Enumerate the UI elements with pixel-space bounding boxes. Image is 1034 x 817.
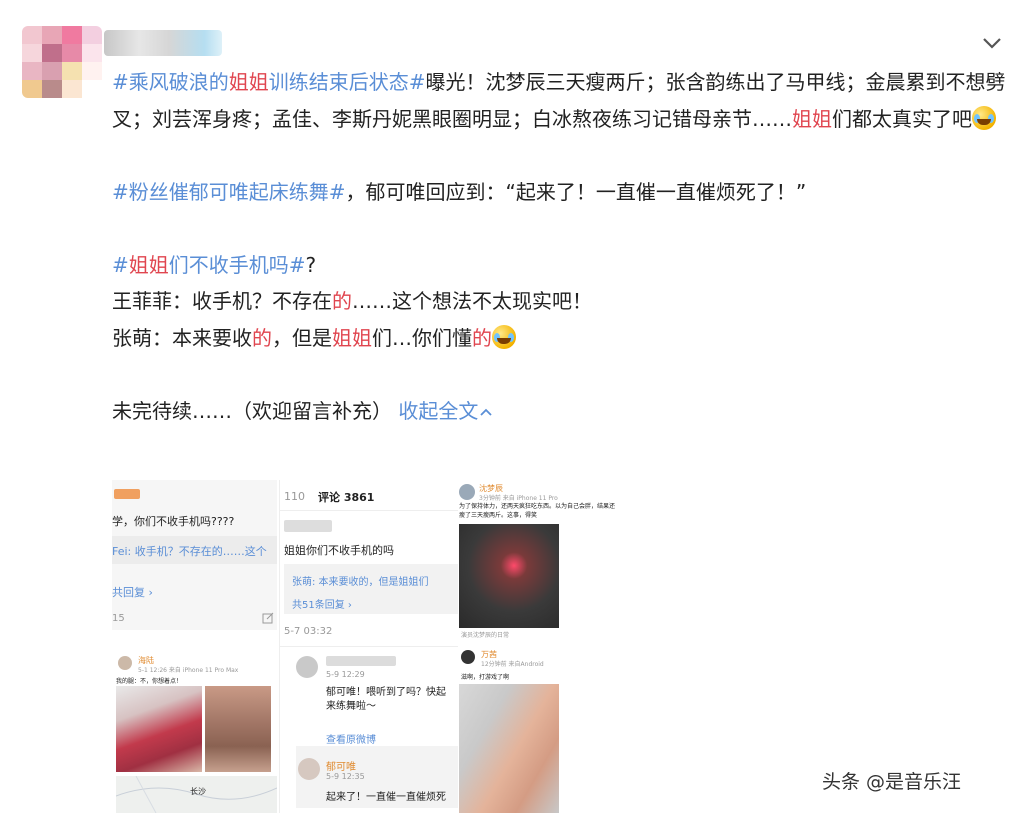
timestamp: 5-7 03:32 (284, 626, 333, 637)
post-text: 为了保持体力，还两天疯狂吃东西。以为自己会胖，结果还瘦了三天瘦两斤。这事，得笑 (459, 503, 616, 519)
post-meta: 3分钟前 来自 iPhone 11 Pro (479, 495, 558, 502)
avatar (461, 650, 475, 664)
chevron-up-icon (480, 408, 492, 416)
hashtag-link[interactable]: #乘风破浪的姐姐训练结束后状态# (112, 70, 426, 94)
replies-link[interactable]: 共回复 › (112, 584, 153, 600)
username: 郁可唯 (326, 762, 356, 773)
divider (280, 646, 458, 647)
divider (280, 510, 458, 511)
avatar (298, 758, 320, 780)
view-original-link[interactable]: 查看原微博 (326, 731, 376, 746)
avatar (459, 484, 475, 500)
paragraph-ending: 未完待续……（欢迎留言补充） 收起全文 (112, 393, 1012, 430)
photo-dark (459, 524, 559, 628)
hashtag-link[interactable]: #粉丝催郁可唯起床练舞# (112, 180, 346, 204)
post-image-1[interactable]: 学，你们不收手机吗???? Fei: 收手机？不存在的……这个 共回复 › 15 (112, 480, 277, 630)
post-text: 滋啊，打游戏了啊 (461, 674, 510, 681)
collapse-fulltext-link[interactable]: 收起全文 (398, 399, 494, 423)
chevron-down-icon[interactable] (980, 32, 1004, 54)
location-label: 长沙 (190, 787, 206, 796)
timestamp: 5-9 12:35 (326, 772, 365, 781)
laugh-cry-emoji-icon (972, 105, 996, 130)
paragraph-3: #姐姐们不收手机吗#? (112, 252, 317, 277)
username-blurred[interactable] (104, 30, 222, 56)
reply-text: Fei: 收手机？不存在的……这个 (112, 545, 267, 558)
avatar (118, 656, 132, 670)
reply-text: 张萌: 本来要收的，但是姐姐们 (292, 577, 429, 588)
username-blurred (326, 656, 396, 666)
post-meta: 12分钟前 来自Android (481, 661, 544, 668)
username-blurred (284, 520, 332, 532)
laugh-cry-emoji-icon (492, 324, 516, 349)
timestamp: 5-9 12:29 (326, 670, 365, 679)
reply-count-link[interactable]: 共51条回复 › (292, 596, 352, 611)
avatar (296, 656, 318, 678)
quote-wang-feifei: 王菲菲：收手机？不存在的……这个想法不太现实吧！ (112, 289, 592, 313)
hashtag-link[interactable]: #姐姐们不收手机吗# (112, 253, 306, 277)
paragraph-1: #乘风破浪的姐姐训练结束后状态#曝光！沈梦辰三天瘦两斤；张含韵练出了马甲线；金晨… (112, 70, 1006, 131)
badge (114, 489, 140, 499)
caption: 演员沈梦辰的日常 (461, 632, 510, 639)
post-text: #乘风破浪的姐姐训练结束后状态#曝光！沈梦辰三天瘦两斤；张含韵练出了马甲线；金晨… (112, 64, 1012, 429)
photo-blank (563, 524, 619, 628)
post-image-3[interactable]: 沈梦辰 3分钟前 来自 iPhone 11 Pro 为了保持体力，还两天疯狂吃东… (459, 480, 619, 640)
weibo-post-card: #乘风破浪的姐姐训练结束后状态#曝光！沈梦辰三天瘦两斤；张含韵练出了马甲线；金晨… (0, 0, 1034, 817)
share-icon[interactable] (262, 612, 274, 624)
post-image-2[interactable]: 110 评论 3861 姐姐你们不收手机的吗 张萌: 本来要收的，但是姐姐们 共… (279, 480, 458, 813)
comment-question: 学，你们不收手机吗???? (112, 515, 235, 528)
tab-comments: 评论 3861 (318, 491, 375, 504)
tab-repost: 110 (284, 490, 305, 503)
post-meta: 5-1 12:26 来自 iPhone 11 Pro Max (138, 667, 239, 674)
paragraph-2: #粉丝催郁可唯起床练舞#，郁可唯回应到：“起来了！一直催一直催烦死了！” (112, 179, 807, 204)
post-text: 我的腿：不，你想着点！ (116, 678, 183, 685)
user-avatar[interactable] (22, 26, 102, 98)
photo-portrait (116, 686, 202, 772)
photo-legs (205, 686, 271, 772)
quote-zhang-meng: 张萌：本来要收的，但是姐姐们…你们懂的 (112, 320, 1012, 357)
photo-hand (459, 684, 559, 813)
like-count: 15 (112, 613, 125, 624)
watermark: 头条 @是音乐汪 (822, 771, 962, 793)
post-image-5[interactable]: 万茜 12分钟前 来自Android 滋啊，打游戏了啊 (459, 646, 619, 813)
comment-text: 郁可唯！喂听到了吗？快起来练舞啦～ (326, 687, 446, 712)
comment-text: 姐姐你们不收手机的吗 (284, 544, 394, 557)
comment-text: 起来了！一直催一直催烦死 (326, 792, 446, 803)
post-image-4[interactable]: 海陆 5-1 12:26 来自 iPhone 11 Pro Max 我的腿：不，… (112, 646, 277, 813)
